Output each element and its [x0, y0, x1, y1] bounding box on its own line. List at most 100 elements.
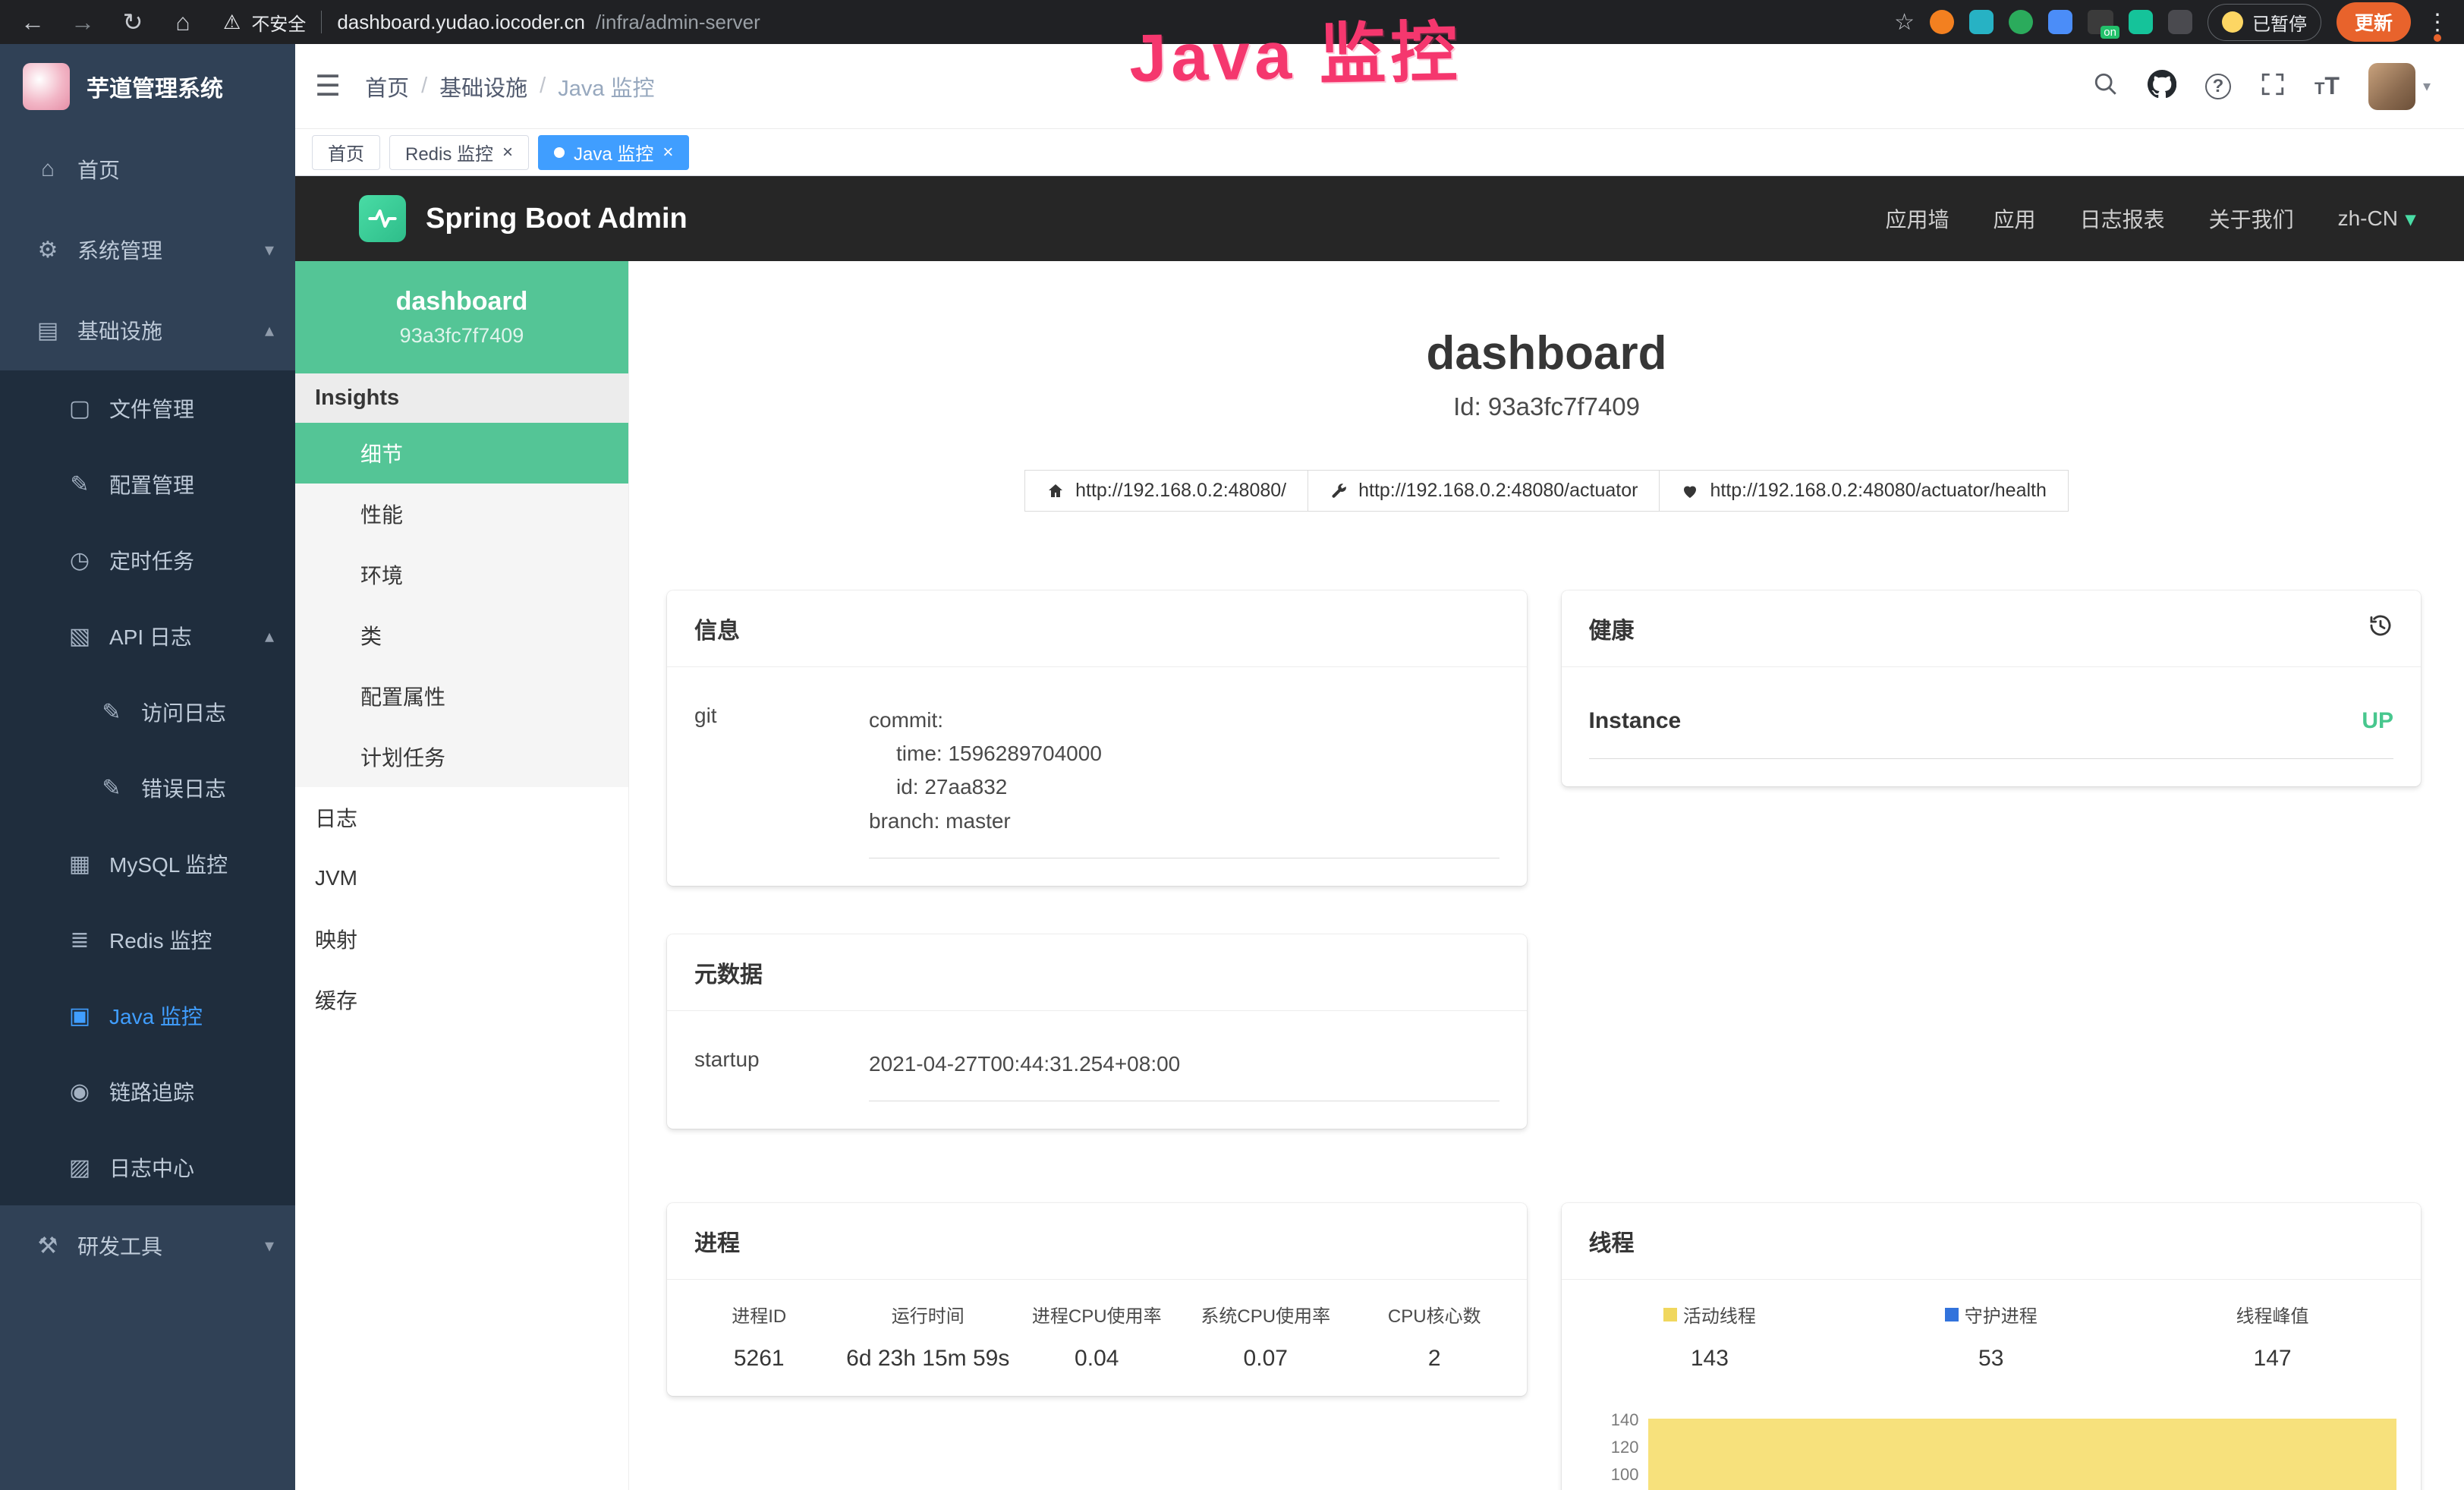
reload-button[interactable]: ↻	[115, 8, 150, 36]
sba-menu-mappings[interactable]: 映射	[295, 909, 628, 969]
tools-icon: ⚒	[32, 1233, 64, 1259]
sidebar-item-trace[interactable]: ◉ 链路追踪	[0, 1054, 295, 1129]
startup-row: startup 2021-04-27T00:44:31.254+08:00	[694, 1026, 1499, 1101]
back-button[interactable]: ←	[15, 8, 50, 36]
card-title: 线程	[1562, 1203, 2422, 1280]
fullscreen-icon[interactable]	[2260, 71, 2286, 101]
log-icon: ▨	[64, 1155, 96, 1181]
forward-button[interactable]: →	[65, 8, 100, 36]
github-icon[interactable]	[2148, 70, 2176, 102]
sidebar-item-mysql-monitor[interactable]: ▦ MySQL 监控	[0, 826, 295, 902]
instance-id: 93a3fc7f7409	[400, 324, 524, 348]
menu-group-insights: Insights	[295, 373, 628, 423]
chevron-up-icon: ▴	[265, 320, 274, 342]
security-warning-label[interactable]: 不安全	[251, 9, 306, 36]
browser-update-button[interactable]: 更新	[2337, 2, 2411, 42]
user-menu[interactable]: ▾	[2368, 63, 2431, 110]
sidebar-item-access-log[interactable]: ✎ 访问日志	[0, 674, 295, 750]
sba-sidebar: dashboard 93a3fc7f7409 Insights 细节 性能 环境…	[295, 261, 629, 1490]
sba-menu-environment[interactable]: 环境	[295, 544, 628, 605]
sidebar-item-infrastructure[interactable]: ▤ 基础设施 ▴	[0, 290, 295, 370]
sba-menu-details[interactable]: 细节	[295, 423, 628, 484]
actuator-url-link[interactable]: http://192.168.0.2:48080/actuator	[1308, 470, 1660, 512]
sidebar-item-error-log[interactable]: ✎ 错误日志	[0, 750, 295, 826]
search-icon[interactable]	[2093, 71, 2119, 101]
profile-paused-badge[interactable]: 已暂停	[2208, 4, 2321, 41]
health-url-link[interactable]: http://192.168.0.2:48080/actuator/health	[1659, 470, 2068, 512]
key-label: git	[694, 704, 869, 858]
tab-redis-monitor[interactable]: Redis 监控 ×	[389, 135, 529, 170]
threads-chart-area	[1648, 1419, 2397, 1490]
extension-icon[interactable]	[2009, 10, 2033, 34]
service-url-link[interactable]: http://192.168.0.2:48080/	[1024, 470, 1308, 512]
history-icon[interactable]	[2368, 613, 2393, 644]
database-icon: ▦	[64, 851, 96, 877]
sidebar-item-file-management[interactable]: ▢ 文件管理	[0, 370, 295, 446]
sba-menu-jvm[interactable]: JVM	[295, 848, 628, 909]
app-title: 芋道管理系统	[87, 70, 223, 103]
sba-menu-logs[interactable]: 日志	[295, 787, 628, 848]
sidebar-item-log-center[interactable]: ▨ 日志中心	[0, 1129, 295, 1205]
sba-menu-caches[interactable]: 缓存	[295, 969, 628, 1030]
git-id-line: id: 27aa832	[869, 770, 1499, 804]
tab-home[interactable]: 首页	[312, 135, 380, 170]
address-bar[interactable]: ⚠ 不安全 dashboard.yudao.iocoder.cn/infra/a…	[223, 9, 1879, 36]
close-icon[interactable]: ×	[662, 143, 673, 162]
sidebar-item-java-monitor[interactable]: ▣ Java 监控	[0, 978, 295, 1054]
emoji-face-icon	[2222, 11, 2243, 33]
sidebar-item-system-management[interactable]: ⚙ 系统管理 ▾	[0, 209, 295, 290]
tab-java-monitor[interactable]: Java 监控 ×	[538, 135, 689, 170]
page-title: dashboard	[629, 326, 2464, 380]
sidebar-item-label: 定时任务	[109, 545, 194, 575]
app-logo-row[interactable]: 芋道管理系统	[0, 44, 295, 129]
bookmark-star-icon[interactable]: ☆	[1894, 9, 1915, 36]
threads-chart: 140 120 100	[1581, 1407, 2397, 1490]
breadcrumb: 首页 / 基础设施 / Java 监控	[365, 71, 654, 102]
locale-selector[interactable]: zh-CN ▾	[2338, 206, 2415, 231]
sba-nav: 应用墙 应用 日志报表 关于我们 zh-CN ▾	[1886, 203, 2415, 234]
browser-home-button[interactable]: ⌂	[165, 8, 200, 36]
instance-header[interactable]: dashboard 93a3fc7f7409	[295, 261, 628, 373]
sba-menu-scheduled-tasks[interactable]: 计划任务	[295, 726, 628, 787]
card-title: 健康	[1589, 612, 1635, 645]
breadcrumb-item[interactable]: 基础设施	[439, 71, 527, 102]
extension-icon[interactable]	[2129, 10, 2153, 34]
sidebar-item-config-management[interactable]: ✎ 配置管理	[0, 446, 295, 522]
sba-root-menu: 日志 JVM 映射 缓存	[295, 787, 628, 1030]
url-host: dashboard.yudao.iocoder.cn	[337, 11, 585, 34]
stat-system-cpu: 系统CPU使用率 0.07	[1182, 1301, 1351, 1372]
extension-icon[interactable]	[1969, 10, 1994, 34]
sidebar-item-label: 首页	[77, 154, 120, 184]
sidebar-item-dev-tools[interactable]: ⚒ 研发工具 ▾	[0, 1205, 295, 1286]
extension-puzzle-icon[interactable]	[2168, 10, 2192, 34]
sidebar-item-api-log[interactable]: ▧ API 日志 ▴	[0, 598, 295, 674]
cards-grid: 信息 git commit: time: 1596289704000 id: 2…	[629, 591, 2464, 1490]
sba-nav-applications[interactable]: 应用	[1994, 203, 2036, 234]
instance-name: dashboard	[396, 287, 528, 317]
sba-nav-wallboard[interactable]: 应用墙	[1886, 203, 1949, 234]
locale-label: zh-CN	[2338, 206, 2398, 231]
sba-menu-config-props[interactable]: 配置属性	[295, 666, 628, 726]
sba-nav-about[interactable]: 关于我们	[2209, 203, 2294, 234]
hamburger-icon[interactable]: ☰	[315, 69, 341, 103]
sidebar-item-scheduled-tasks[interactable]: ◷ 定时任务	[0, 522, 295, 598]
sidebar-item-home[interactable]: ⌂ 首页	[0, 129, 295, 209]
sba-menu-classes[interactable]: 类	[295, 605, 628, 666]
status-badge: UP	[2362, 708, 2393, 734]
sba-menu-metrics[interactable]: 性能	[295, 484, 628, 544]
browser-menu-icon[interactable]: ⋮	[2426, 9, 2449, 36]
extension-icon[interactable]	[2048, 10, 2072, 34]
breadcrumb-item[interactable]: 首页	[365, 71, 409, 102]
help-icon[interactable]: ?	[2205, 74, 2231, 99]
sba-nav-journal[interactable]: 日志报表	[2080, 203, 2165, 234]
sidebar-item-redis-monitor[interactable]: ≣ Redis 监控	[0, 902, 295, 978]
security-warning-icon[interactable]: ⚠	[223, 11, 241, 34]
font-size-icon[interactable]: TT	[2315, 72, 2340, 100]
git-time-line: time: 1596289704000	[869, 737, 1499, 770]
legend-swatch-blue	[1945, 1308, 1959, 1321]
sba-brand-title[interactable]: Spring Boot Admin	[426, 203, 688, 235]
git-commit-line: commit:	[869, 704, 1499, 737]
extension-icon[interactable]: on	[2088, 10, 2113, 34]
extension-icon[interactable]	[1930, 10, 1954, 34]
close-icon[interactable]: ×	[502, 143, 513, 162]
